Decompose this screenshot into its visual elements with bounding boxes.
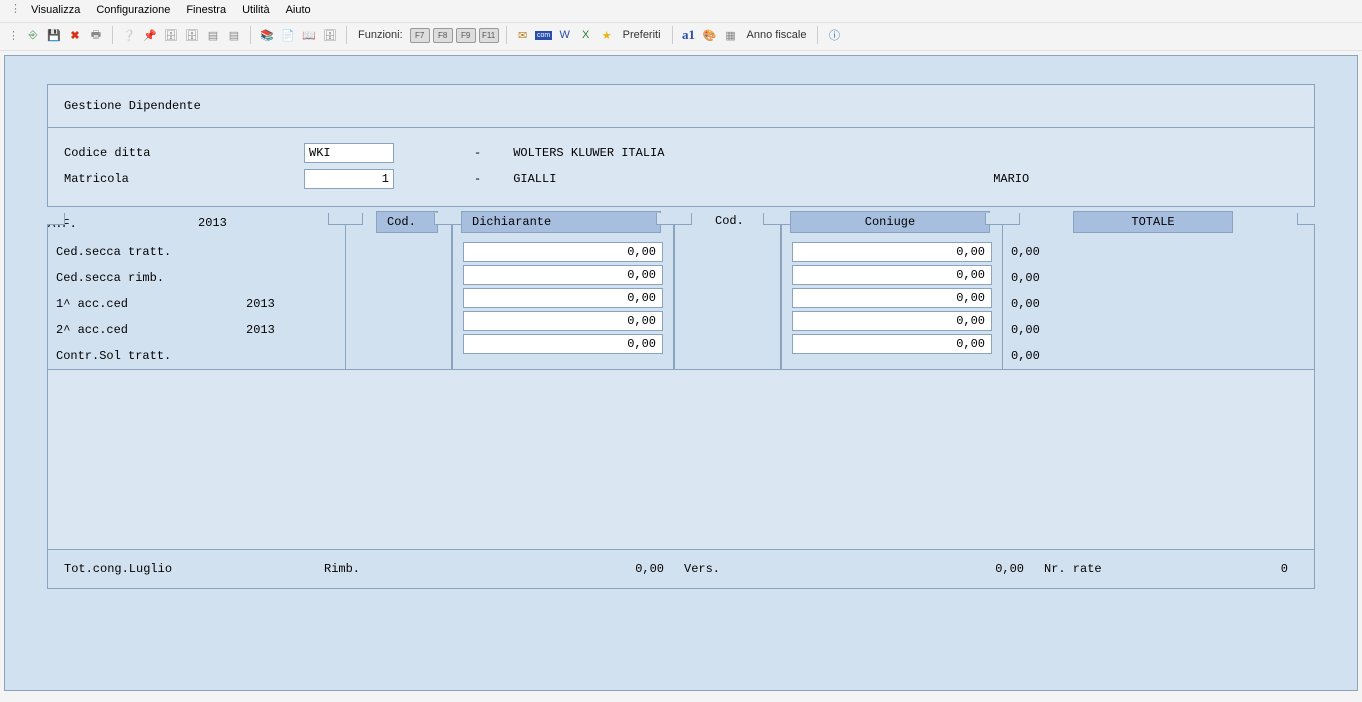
- db3-icon[interactable]: 🗄: [321, 26, 339, 44]
- panel-title: Gestione Dipendente: [48, 85, 1314, 128]
- page-icon[interactable]: 📄: [279, 26, 297, 44]
- f8-key[interactable]: F8: [433, 28, 453, 43]
- db1-icon[interactable]: 🗄: [162, 26, 180, 44]
- word-icon[interactable]: W: [556, 26, 574, 44]
- cod2-header: Cod.: [705, 211, 767, 233]
- codice-ditta-input[interactable]: [304, 143, 394, 163]
- matricola-label: Matricola: [64, 172, 304, 186]
- footer-panel: Tot.cong.Luglio Rimb. 0,00 Vers. 0,00 Nr…: [47, 550, 1315, 589]
- con-1[interactable]: [792, 265, 992, 285]
- col-af: A.F. 2013 Ced.secca tratt. Ced.secca rim…: [47, 213, 345, 370]
- db2-icon[interactable]: 🗄: [183, 26, 201, 44]
- header-panel: Gestione Dipendente Codice ditta - WOLTE…: [47, 84, 1315, 207]
- row-3-year: 2013: [246, 323, 275, 337]
- vers-value: 0,00: [744, 562, 1024, 576]
- help-icon[interactable]: ❔: [120, 26, 138, 44]
- com-icon[interactable]: com: [535, 26, 553, 44]
- preferiti-label[interactable]: Preferiti: [619, 29, 665, 41]
- row-2-year: 2013: [246, 297, 275, 311]
- af-year-header: 2013: [198, 216, 227, 230]
- exit-icon[interactable]: ⎆: [24, 26, 42, 44]
- rimb-label: Rimb.: [324, 562, 384, 576]
- matricola-lastname: GIALLI: [513, 172, 993, 186]
- row-4-label: Contr.Sol tratt.: [56, 349, 246, 363]
- doc1-icon[interactable]: ▤: [204, 26, 222, 44]
- books-icon[interactable]: 📚: [258, 26, 276, 44]
- menu-finestra[interactable]: Finestra: [178, 2, 234, 18]
- rimb-value: 0,00: [384, 562, 664, 576]
- con-2[interactable]: [792, 288, 992, 308]
- excel-icon[interactable]: X: [577, 26, 595, 44]
- codice-ditta-desc: WOLTERS KLUWER ITALIA: [513, 146, 664, 160]
- col-cod1: Cod.: [345, 213, 452, 370]
- row-3-label: 2^ acc.ced: [56, 323, 246, 337]
- f11-key[interactable]: F11: [479, 28, 499, 43]
- tot-2: 0,00: [1011, 291, 1306, 317]
- star-icon[interactable]: ★: [598, 26, 616, 44]
- row-0-label: Ced.secca tratt.: [56, 245, 246, 259]
- info-icon[interactable]: ⓘ: [825, 26, 843, 44]
- con-4[interactable]: [792, 334, 992, 354]
- tot-cong-label: Tot.cong.Luglio: [64, 562, 324, 576]
- cod1-header: Cod.: [376, 211, 438, 233]
- print-icon[interactable]: 🖶: [87, 26, 105, 44]
- codice-ditta-label: Codice ditta: [64, 146, 304, 160]
- save-icon[interactable]: 💾: [45, 26, 63, 44]
- dash-2: -: [394, 172, 493, 186]
- grid: A.F. 2013 Ced.secca tratt. Ced.secca rim…: [47, 213, 1315, 370]
- coniuge-header: Coniuge: [790, 211, 990, 233]
- workspace: Gestione Dipendente Codice ditta - WOLTE…: [4, 55, 1358, 691]
- con-3[interactable]: [792, 311, 992, 331]
- menu-aiuto[interactable]: Aiuto: [278, 2, 319, 18]
- delete-icon[interactable]: ✖: [66, 26, 84, 44]
- col-coniuge: Coniuge: [781, 213, 1003, 370]
- mail-icon[interactable]: ✉: [514, 26, 532, 44]
- dich-4[interactable]: [463, 334, 663, 354]
- dich-2[interactable]: [463, 288, 663, 308]
- nr-rate-label: Nr. rate: [1024, 562, 1124, 576]
- toolbar: ⋮ ⎆ 💾 ✖ 🖶 ❔ 📌 🗄 🗄 ▤ ▤ 📚 📄 📖 🗄 Funzioni: …: [0, 23, 1362, 51]
- tot-3: 0,00: [1011, 317, 1306, 343]
- tot-1: 0,00: [1011, 265, 1306, 291]
- menu-utilita[interactable]: Utilità: [234, 2, 278, 18]
- col-cod2: Cod.: [674, 213, 781, 370]
- pushpin-icon[interactable]: 📌: [141, 26, 159, 44]
- menubar: ⋮ Visualizza Configurazione Finestra Uti…: [0, 0, 1362, 23]
- dash-1: -: [394, 146, 493, 160]
- doc2-icon[interactable]: ▤: [225, 26, 243, 44]
- totale-header: TOTALE: [1073, 211, 1233, 233]
- matricola-input[interactable]: [304, 169, 394, 189]
- menu-configurazione[interactable]: Configurazione: [88, 2, 178, 18]
- f9-key[interactable]: F9: [456, 28, 476, 43]
- col-dichiarante: Dichiarante: [452, 213, 674, 370]
- dichiarante-header: Dichiarante: [461, 211, 661, 233]
- col-totale: TOTALE 0,00 0,00 0,00 0,00 0,00: [1003, 213, 1315, 370]
- tot-4: 0,00: [1011, 343, 1306, 369]
- dich-0[interactable]: [463, 242, 663, 262]
- book-icon[interactable]: 📖: [300, 26, 318, 44]
- tot-0: 0,00: [1011, 239, 1306, 265]
- row-1-label: Ced.secca rimb.: [56, 271, 246, 285]
- dich-3[interactable]: [463, 311, 663, 331]
- matricola-firstname: MARIO: [993, 172, 1029, 186]
- f7-key[interactable]: F7: [410, 28, 430, 43]
- nr-rate-value: 0: [1124, 562, 1298, 576]
- blank-area: [47, 370, 1315, 550]
- a1-icon[interactable]: a1: [680, 26, 698, 44]
- palette-icon[interactable]: 🎨: [701, 26, 719, 44]
- menu-visualizza[interactable]: Visualizza: [23, 2, 88, 18]
- calendar-icon[interactable]: ▦: [722, 26, 740, 44]
- dich-1[interactable]: [463, 265, 663, 285]
- anno-fiscale-label[interactable]: Anno fiscale: [743, 29, 811, 41]
- vers-label: Vers.: [664, 562, 744, 576]
- con-0[interactable]: [792, 242, 992, 262]
- row-2-label: 1^ acc.ced: [56, 297, 246, 311]
- funzioni-label: Funzioni:: [354, 29, 407, 41]
